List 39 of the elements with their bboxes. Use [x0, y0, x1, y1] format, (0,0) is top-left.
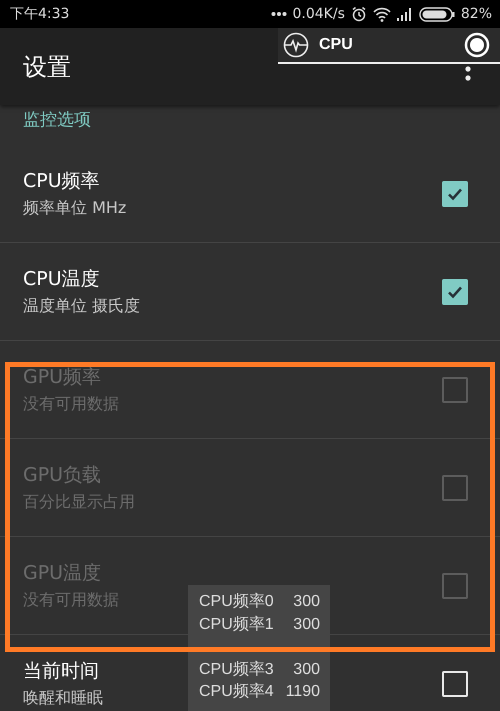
core-label: CPU频率0 — [199, 592, 274, 612]
setting-summary: 频率单位 MHz — [23, 198, 126, 219]
setting-title: GPU频率 — [23, 365, 102, 390]
setting-summary: 没有可用数据 — [23, 590, 119, 611]
floating-widget[interactable]: CPU — [278, 28, 500, 64]
frequency-value: 1190 — [286, 682, 320, 702]
section-header: 监控选项 — [22, 109, 92, 132]
battery-icon — [418, 6, 455, 22]
setting-row[interactable]: CPU温度 温度单位 摄氏度 — [0, 243, 500, 341]
core-label: CPU频率3 — [199, 660, 274, 680]
overflow-menu-icon[interactable] — [465, 66, 471, 81]
signal-icon — [396, 8, 413, 20]
setting-row[interactable]: CPU频率 频率单位 MHz — [0, 145, 500, 243]
pulse-icon — [283, 32, 309, 58]
frequency-value: 300 — [293, 660, 320, 680]
checkbox[interactable] — [442, 278, 468, 304]
widget-title: CPU — [319, 36, 354, 54]
setting-title: CPU温度 — [23, 267, 101, 292]
setting-summary: 温度单位 摄氏度 — [23, 296, 140, 317]
checkbox[interactable] — [442, 180, 468, 206]
setting-summary: 唤醒和睡眠 — [23, 688, 103, 709]
setting-summary: 没有可用数据 — [23, 394, 119, 415]
setting-title: CPU频率 — [23, 169, 101, 194]
record-icon[interactable] — [464, 32, 490, 58]
clock-text: 下午4:33 — [10, 5, 70, 23]
setting-title: GPU温度 — [23, 561, 102, 586]
screen-title: 设置 — [23, 52, 71, 82]
core-label: CPU频率4 — [199, 682, 274, 702]
more-notifications-icon — [270, 11, 286, 17]
frequency-value: 300 — [293, 592, 320, 612]
alarm-clock-icon — [350, 6, 367, 22]
battery-percent-text: 82% — [460, 6, 492, 22]
setting-summary: 百分比显示占用 — [23, 492, 135, 513]
setting-title: 当前时间 — [23, 659, 100, 684]
core-label: CPU频率1 — [199, 614, 274, 634]
frequency-value: 300 — [293, 614, 320, 634]
network-speed-text: 0.04K/s — [292, 6, 345, 22]
setting-title: GPU负载 — [23, 463, 102, 488]
wifi-icon — [372, 6, 391, 22]
